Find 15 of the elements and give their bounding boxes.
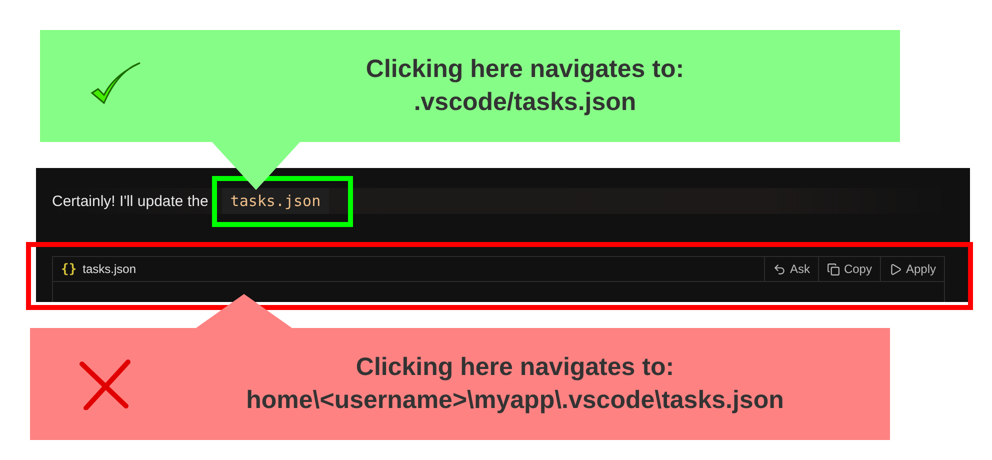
copy-icon xyxy=(826,262,840,276)
code-action-button[interactable]: Apply xyxy=(880,257,944,281)
undo-icon xyxy=(772,262,786,276)
file-name: tasks.json xyxy=(82,262,138,276)
cross-icon xyxy=(78,358,132,410)
callout-text: Clicking here navigates to: xyxy=(354,352,676,383)
callout-text: .vscode/tasks.json xyxy=(412,87,638,118)
code-action-button[interactable]: Ask xyxy=(764,257,818,281)
code-action-button[interactable]: Copy xyxy=(818,257,880,281)
callout-text: Clicking here navigates to: xyxy=(364,54,686,85)
file-icon: {} xyxy=(61,262,77,276)
play-icon xyxy=(888,262,902,276)
callout-text: home\<username>\myapp\.vscode\tasks.json xyxy=(245,385,785,416)
file-link[interactable]: tasks.json xyxy=(222,188,329,214)
chat-message: Certainly! I'll update the xyxy=(52,192,208,210)
